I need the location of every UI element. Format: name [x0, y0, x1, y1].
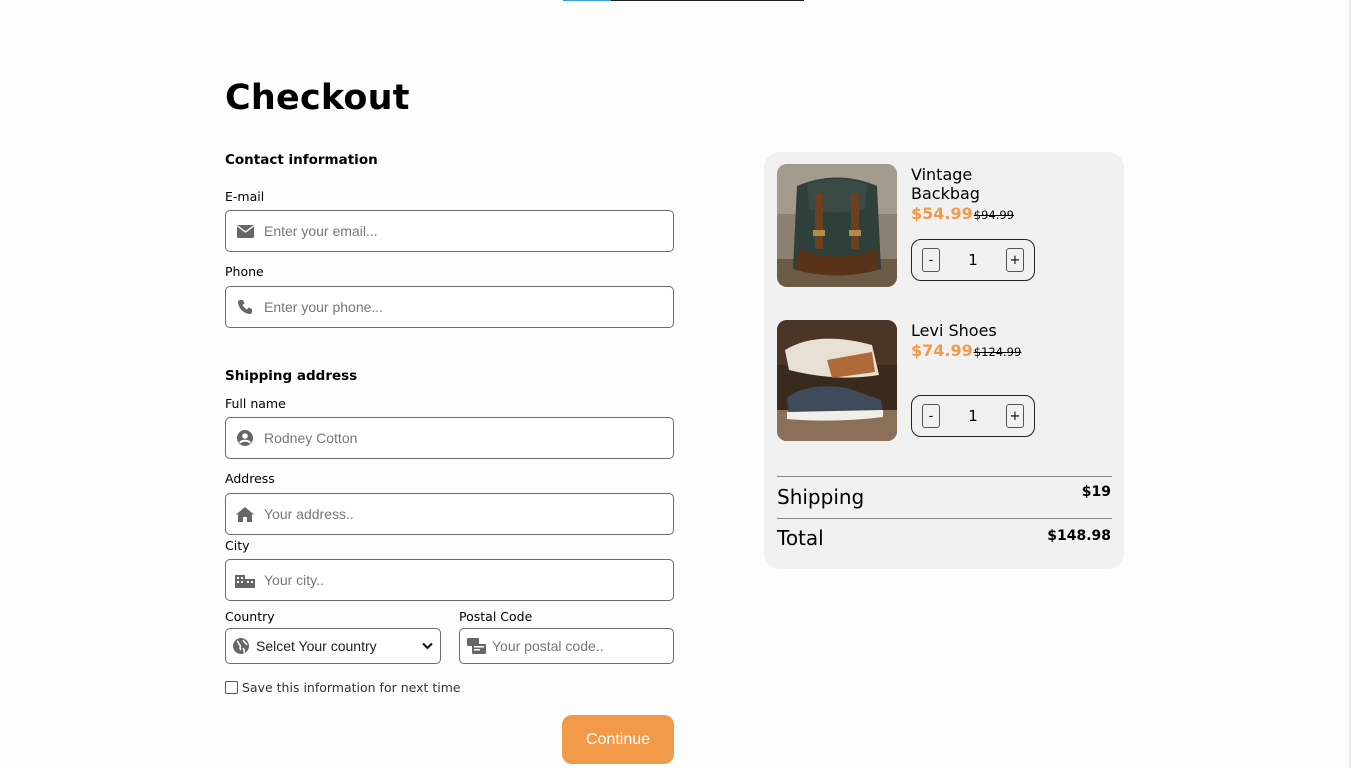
- postal-field-wrapper: [459, 628, 674, 664]
- total-value: $148.98: [1047, 528, 1111, 544]
- shipping-label: Shipping: [777, 485, 865, 509]
- item-price-row: $54.99 $94.99: [911, 204, 1014, 223]
- full-name-input[interactable]: [264, 430, 673, 446]
- address-field-wrapper: [225, 493, 674, 535]
- city-field-wrapper: [225, 559, 674, 601]
- summary-divider: [777, 476, 1112, 477]
- chevron-down-icon: [414, 642, 440, 650]
- item-name: Levi Shoes: [911, 321, 997, 340]
- phone-field-wrapper: [225, 286, 674, 328]
- home-icon: [226, 506, 264, 522]
- top-progress-bar: [563, 0, 804, 1]
- city-input[interactable]: [264, 572, 673, 588]
- summary-divider: [777, 518, 1112, 519]
- shipping-value: $19: [1081, 484, 1111, 500]
- country-select[interactable]: Selcet Your country: [225, 628, 441, 664]
- order-summary-card: Vintage Backbag $54.99 $94.99 - 1 + Levi…: [764, 152, 1124, 569]
- decrease-quantity-button[interactable]: -: [922, 404, 940, 428]
- email-field-wrapper: [225, 210, 674, 252]
- decrease-quantity-button[interactable]: -: [922, 248, 940, 272]
- postal-input[interactable]: [492, 638, 673, 654]
- top-progress-fill: [563, 0, 611, 1]
- address-label: Address: [225, 471, 275, 486]
- contact-heading: Contact information: [225, 152, 378, 168]
- phone-icon: [226, 299, 264, 315]
- item-old-price: $124.99: [973, 345, 1022, 359]
- item-name: Vintage Backbag: [911, 165, 980, 203]
- user-circle-icon: [226, 430, 264, 446]
- shipping-heading: Shipping address: [225, 368, 358, 384]
- continue-button[interactable]: Continue: [562, 715, 674, 764]
- levi-shoes-image: [777, 320, 897, 441]
- page-title: Checkout: [225, 78, 410, 118]
- country-label: Country: [225, 609, 275, 624]
- quantity-value: 1: [968, 251, 978, 269]
- phone-label: Phone: [225, 264, 264, 279]
- vintage-backbag-image: [777, 164, 897, 287]
- email-label: E-mail: [225, 189, 265, 204]
- item-price-row: $74.99 $124.99: [911, 341, 1021, 360]
- quantity-stepper: - 1 +: [911, 239, 1035, 281]
- item-price: $54.99: [911, 204, 973, 223]
- envelope-icon: [226, 224, 264, 238]
- quantity-value: 1: [968, 407, 978, 425]
- full-name-label: Full name: [225, 396, 286, 411]
- full-name-field-wrapper: [225, 417, 674, 459]
- mail-bulk-icon: [460, 638, 492, 654]
- item-old-price: $94.99: [973, 208, 1014, 222]
- phone-input[interactable]: [264, 299, 673, 315]
- quantity-stepper: - 1 +: [911, 395, 1035, 437]
- item-price: $74.99: [911, 341, 973, 360]
- save-info-checkbox[interactable]: [225, 681, 238, 694]
- increase-quantity-button[interactable]: +: [1005, 248, 1024, 272]
- address-input[interactable]: [264, 506, 673, 522]
- city-label: City: [225, 538, 250, 553]
- save-info-row: Save this information for next time: [225, 680, 461, 695]
- city-icon: [226, 573, 264, 588]
- country-selected-value: Selcet Your country: [256, 638, 377, 654]
- postal-label: Postal Code: [459, 609, 533, 624]
- globe-icon: [226, 638, 256, 654]
- email-input[interactable]: [264, 223, 673, 239]
- increase-quantity-button[interactable]: +: [1005, 404, 1024, 428]
- save-info-label: Save this information for next time: [242, 680, 461, 695]
- total-label: Total: [777, 526, 824, 550]
